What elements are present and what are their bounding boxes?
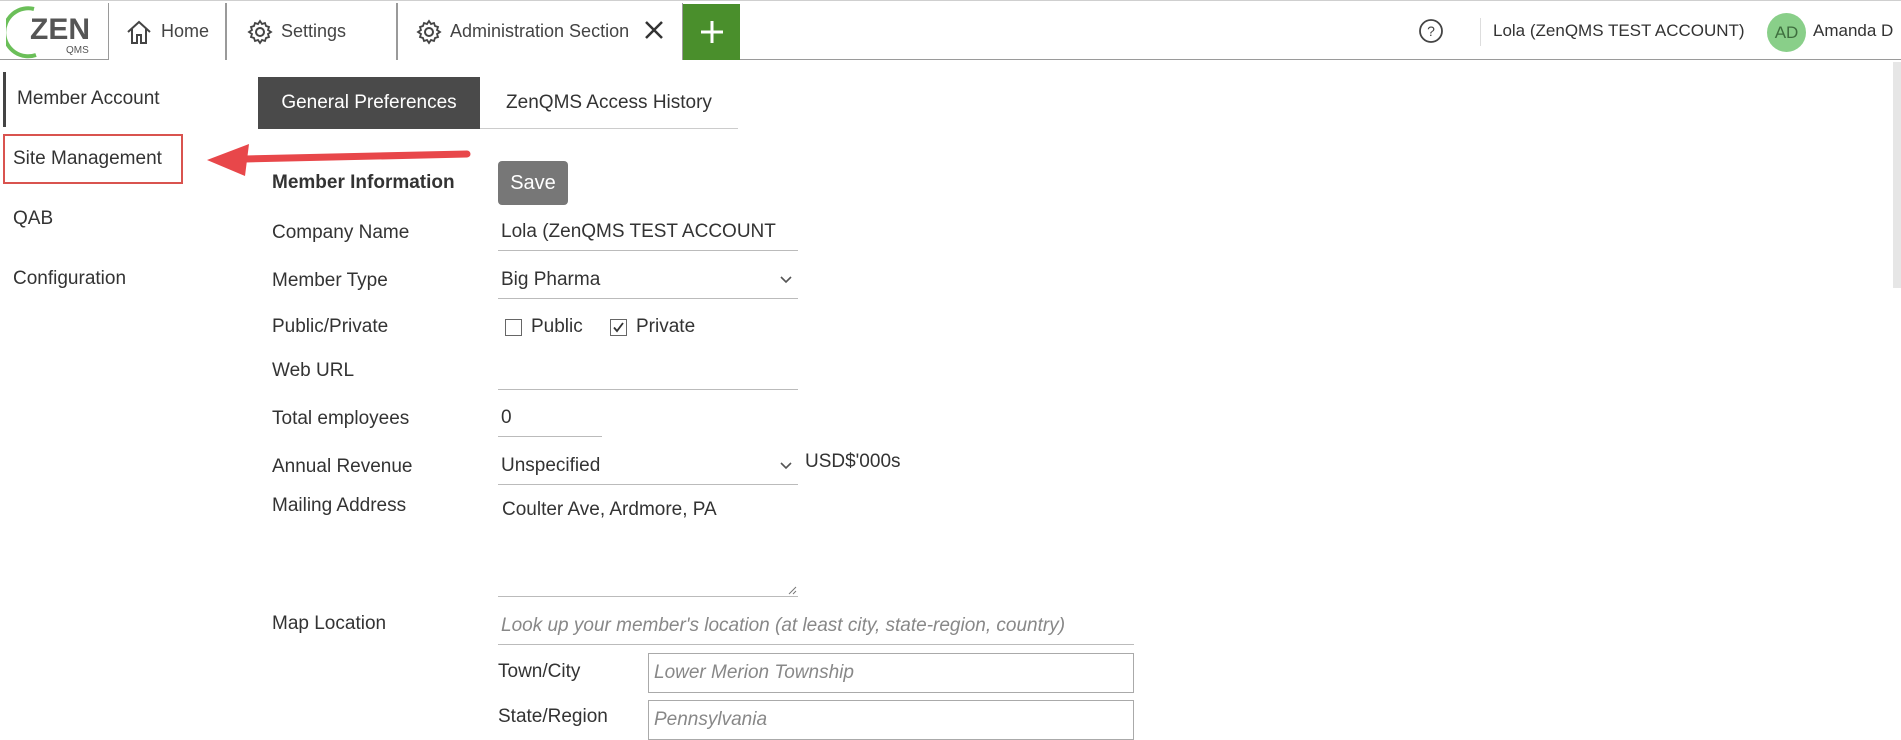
tab-home[interactable]: Home (108, 3, 226, 60)
gear-icon (247, 18, 273, 45)
member-type-value: Big Pharma (501, 268, 601, 290)
annual-revenue-select[interactable]: Unspecified (498, 447, 798, 485)
currency-unit: USD$'000s (805, 451, 901, 472)
annual-revenue-value: Unspecified (501, 454, 601, 476)
public-private-label: Public/Private (272, 316, 389, 337)
company-name-input[interactable]: Lola (ZenQMS TEST ACCOUNT (498, 213, 798, 251)
home-icon (127, 20, 151, 44)
zenqms-logo[interactable]: ZEN QMS (2, 3, 104, 59)
user-name[interactable]: Amanda D (1813, 21, 1893, 41)
avatar[interactable]: AD (1767, 13, 1806, 52)
map-location-label: Map Location (272, 613, 387, 634)
annual-revenue-label: Annual Revenue (272, 456, 413, 477)
plus-icon (700, 21, 723, 43)
account-name[interactable]: Lola (ZenQMS TEST ACCOUNT) (1493, 21, 1745, 41)
public-label: Public (531, 316, 583, 337)
active-indicator (3, 72, 6, 127)
add-tab-button[interactable] (683, 4, 740, 60)
tab-administration-section[interactable]: Administration Section (397, 3, 683, 60)
public-checkbox-group[interactable]: Public (505, 316, 583, 338)
chevron-down-icon (780, 462, 792, 470)
mailing-address-textarea[interactable]: Coulter Ave, Ardmore, PA (498, 489, 798, 597)
resize-handle-icon[interactable] (787, 585, 797, 595)
public-checkbox[interactable] (505, 318, 522, 336)
sidebar-item-qab[interactable]: QAB (13, 208, 53, 230)
svg-text:?: ? (1427, 23, 1435, 39)
header-divider (1480, 18, 1481, 46)
web-url-label: Web URL (272, 360, 355, 381)
map-location-placeholder: Look up your member's location (at least… (501, 614, 1066, 636)
state-region-input[interactable]: Pennsylvania (648, 700, 1134, 740)
town-city-input[interactable]: Lower Merion Township (648, 653, 1134, 693)
town-city-label: Town/City (498, 661, 581, 682)
svg-text:QMS: QMS (66, 45, 89, 56)
scrollbar[interactable] (1893, 62, 1901, 288)
tab-general-preferences[interactable]: General Preferences (258, 77, 480, 129)
save-button[interactable]: Save (498, 161, 568, 205)
tab-label: Administration Section (450, 21, 630, 41)
private-checkbox-group[interactable]: Private (610, 316, 695, 338)
tab-label: Home (160, 21, 209, 41)
gear-icon (416, 18, 442, 45)
chevron-down-icon (780, 276, 792, 284)
mailing-address-label: Mailing Address (272, 495, 407, 516)
state-region-placeholder: Pennsylvania (654, 709, 768, 730)
svg-text:ZEN: ZEN (30, 13, 90, 46)
close-icon[interactable] (642, 18, 666, 42)
sidebar-item-member-account[interactable]: Member Account (17, 88, 160, 110)
total-employees-input[interactable]: 0 (498, 399, 602, 437)
total-employees-label: Total employees (272, 408, 410, 429)
checkmark-icon (613, 321, 624, 332)
tab-settings[interactable]: Settings (226, 3, 602, 60)
map-location-input[interactable]: Look up your member's location (at least… (498, 607, 1134, 645)
member-type-label: Member Type (272, 270, 388, 291)
section-title: Member Information (272, 172, 455, 193)
highlight-box (3, 134, 183, 184)
private-label: Private (636, 316, 696, 337)
state-region-label: State/Region (498, 706, 608, 727)
town-city-placeholder: Lower Merion Township (654, 662, 854, 683)
tab-label: Settings (281, 21, 347, 41)
private-checkbox[interactable] (610, 318, 627, 336)
sidebar-item-configuration[interactable]: Configuration (13, 268, 126, 290)
company-name-label: Company Name (272, 222, 410, 243)
tab-zenqms-access-history[interactable]: ZenQMS Access History (480, 77, 738, 129)
mailing-address-value: Coulter Ave, Ardmore, PA (502, 499, 717, 520)
help-icon[interactable]: ? (1418, 18, 1444, 44)
top-bar: ZEN QMS Home Settings Administration Sec… (0, 0, 1901, 60)
member-type-select[interactable]: Big Pharma (498, 261, 798, 299)
web-url-input[interactable] (498, 352, 798, 390)
